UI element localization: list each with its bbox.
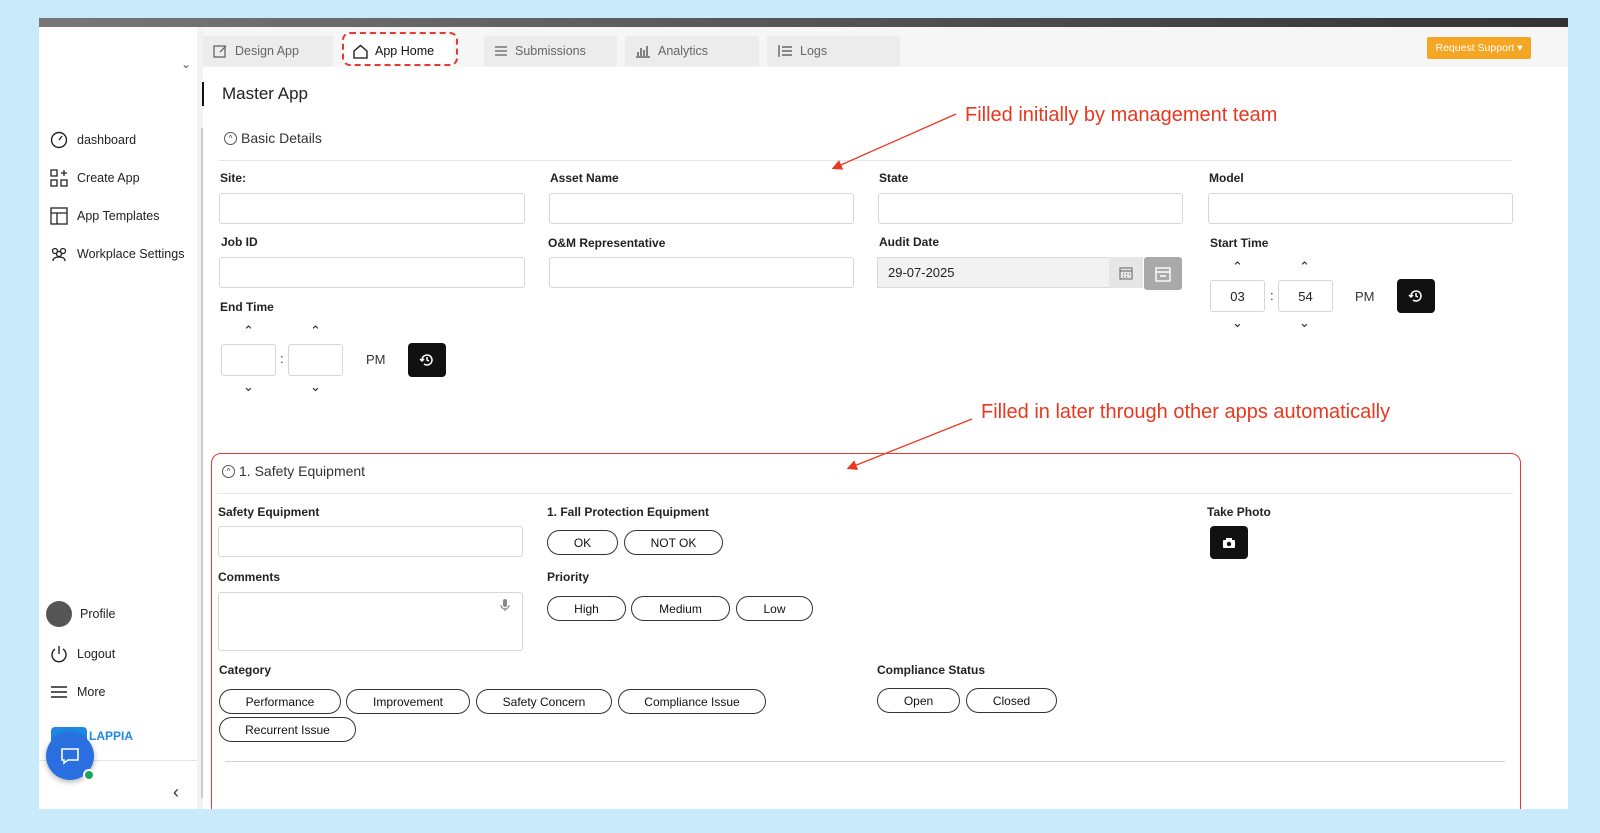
category-recurrent-issue-option[interactable]: Recurrent Issue (219, 717, 356, 742)
camera-icon (1223, 537, 1235, 548)
category-compliance-issue-option[interactable]: Compliance Issue (618, 689, 766, 714)
priority-label: Priority (547, 570, 590, 584)
take-photo-label: Take Photo (1207, 505, 1271, 519)
compliance-open-option[interactable]: Open (877, 688, 960, 713)
category-safety-concern-option[interactable]: Safety Concern (476, 689, 612, 714)
ok-option[interactable]: OK (547, 530, 618, 555)
priority-low-option[interactable]: Low (736, 596, 813, 621)
compliance-status-label: Compliance Status (877, 663, 986, 677)
priority-high-option[interactable]: High (547, 596, 626, 621)
app-frame: ⌄ dashboard Create App App Templates Wor… (39, 18, 1568, 809)
compliance-closed-option[interactable]: Closed (966, 688, 1057, 713)
category-label: Category (219, 663, 272, 677)
section-safety-equipment[interactable]: ^ 1. Safety Equipment (222, 463, 365, 479)
divider (225, 761, 1505, 762)
collapse-icon: ^ (222, 464, 235, 478)
comments-label: Comments (218, 570, 281, 584)
microphone-icon[interactable] (500, 598, 510, 617)
fall-protection-label: 1. Fall Protection Equipment (547, 505, 710, 519)
take-photo-button[interactable] (1210, 526, 1248, 559)
divider (217, 493, 1513, 494)
safety-equipment-input[interactable] (218, 526, 523, 557)
category-performance-option[interactable]: Performance (219, 689, 341, 714)
not-ok-option[interactable]: NOT OK (624, 530, 723, 555)
comments-textarea[interactable] (218, 592, 523, 651)
safety-equipment-label: Safety Equipment (218, 505, 320, 519)
priority-medium-option[interactable]: Medium (631, 596, 730, 621)
category-improvement-option[interactable]: Improvement (346, 689, 470, 714)
